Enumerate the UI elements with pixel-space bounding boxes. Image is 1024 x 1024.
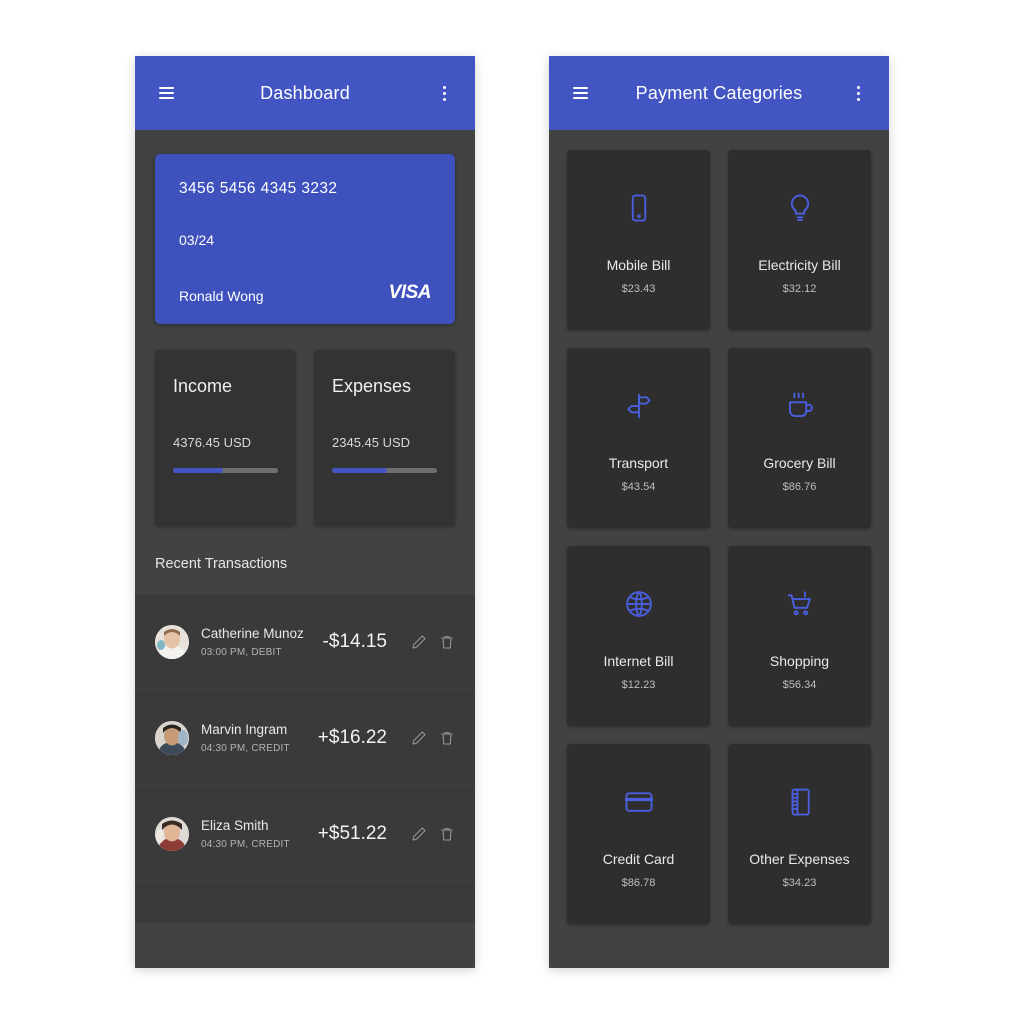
credit-card[interactable]: 3456 5456 4345 3232 03/24 Ronald Wong VI… — [155, 154, 455, 324]
income-value: 4376.45 USD — [173, 435, 252, 450]
notebook-icon — [785, 779, 815, 825]
card-expiry: 03/24 — [179, 232, 215, 248]
category-grid: Mobile Bill $23.43 Electricity Bill $32.… — [549, 130, 889, 942]
expenses-value: 2345.45 USD — [332, 435, 411, 450]
category-amount: $86.76 — [782, 481, 817, 493]
category-label: Credit Card — [602, 851, 675, 867]
category-label: Transport — [608, 455, 669, 471]
category-tile-credit-card[interactable]: Credit Card $86.78 — [567, 744, 710, 924]
table-row[interactable]: Marvin Ingram 04:30 PM, CREDIT +$16.22 — [135, 690, 475, 786]
category-tile-mobile-bill[interactable]: Mobile Bill $23.43 — [567, 150, 710, 330]
dashboard-screen: Dashboard 3456 5456 4345 3232 03/24 Rona… — [135, 56, 475, 968]
stats-row: Income 4376.45 USD Expenses 2345.45 USD — [135, 324, 475, 526]
credit-card-section: 3456 5456 4345 3232 03/24 Ronald Wong VI… — [135, 130, 475, 324]
category-label: Electricity Bill — [758, 257, 841, 273]
shopping-cart-icon — [785, 581, 815, 627]
pencil-icon[interactable] — [411, 633, 427, 651]
transaction-amount: +$51.22 — [317, 822, 387, 844]
table-row[interactable]: Eliza Smith 04:30 PM, CREDIT +$51.22 — [135, 786, 475, 882]
transaction-name: Catherine Munoz — [201, 625, 304, 641]
category-tile-other-expenses[interactable]: Other Expenses $34.23 — [728, 744, 871, 924]
category-label: Other Expenses — [749, 851, 850, 867]
pencil-icon[interactable] — [411, 729, 427, 747]
avatar — [155, 624, 189, 659]
visa-logo: VISA — [388, 282, 432, 303]
transaction-meta: 03:00 PM, DEBIT — [201, 646, 282, 658]
expenses-card[interactable]: Expenses 2345.45 USD — [314, 350, 455, 526]
avatar — [155, 720, 189, 755]
category-amount: $23.43 — [621, 283, 656, 295]
screenshot-canvas: Dashboard 3456 5456 4345 3232 03/24 Rona… — [0, 0, 1024, 1024]
expenses-title: Expenses — [332, 376, 412, 396]
hamburger-icon[interactable] — [151, 78, 181, 108]
recent-transactions-heading: Recent Transactions — [155, 556, 288, 572]
category-amount: $34.23 — [782, 877, 817, 889]
globe-icon — [624, 581, 654, 627]
category-tile-internet-bill[interactable]: Internet Bill $12.23 — [567, 546, 710, 726]
income-title: Income — [173, 376, 233, 396]
trash-icon[interactable] — [439, 633, 455, 651]
table-row[interactable] — [135, 882, 475, 922]
category-tile-grocery-bill[interactable]: Grocery Bill $86.76 — [728, 348, 871, 528]
transaction-meta: 04:30 PM, CREDIT — [201, 838, 290, 850]
category-amount: $86.78 — [621, 877, 656, 889]
table-row[interactable]: Catherine Munoz 03:00 PM, DEBIT -$14.15 — [135, 594, 475, 690]
kebab-menu-icon[interactable] — [843, 78, 873, 108]
credit-card-icon — [624, 779, 654, 825]
expenses-progress-bar — [332, 468, 437, 473]
transactions-list: Catherine Munoz 03:00 PM, DEBIT -$14.15 — [135, 594, 475, 922]
lightbulb-icon — [785, 185, 815, 231]
hamburger-icon[interactable] — [565, 78, 595, 108]
page-title: Payment Categories — [635, 82, 803, 103]
pencil-icon[interactable] — [411, 825, 427, 843]
categories-appbar: Payment Categories — [549, 56, 889, 130]
income-progress-bar — [173, 468, 278, 473]
category-label: Shopping — [769, 653, 830, 669]
transaction-amount: +$16.22 — [317, 726, 387, 748]
smartphone-icon — [624, 185, 654, 231]
category-amount: $43.54 — [621, 481, 656, 493]
trash-icon[interactable] — [439, 825, 455, 843]
coffee-mug-icon — [785, 383, 815, 429]
card-number: 3456 5456 4345 3232 — [179, 180, 338, 197]
payment-categories-screen: Payment Categories Mobile Bill $23.43 El… — [549, 56, 889, 968]
avatar — [155, 816, 189, 851]
trash-icon[interactable] — [439, 729, 455, 747]
category-tile-shopping[interactable]: Shopping $56.34 — [728, 546, 871, 726]
category-label: Grocery Bill — [763, 455, 836, 471]
card-holder-name: Ronald Wong — [179, 288, 264, 304]
category-amount: $32.12 — [782, 283, 817, 295]
category-tile-electricity-bill[interactable]: Electricity Bill $32.12 — [728, 150, 871, 330]
kebab-menu-icon[interactable] — [429, 78, 459, 108]
category-amount: $56.34 — [782, 679, 817, 691]
category-label: Internet Bill — [603, 653, 674, 669]
transaction-name: Eliza Smith — [201, 817, 269, 833]
category-label: Mobile Bill — [606, 257, 671, 273]
dashboard-content: 3456 5456 4345 3232 03/24 Ronald Wong VI… — [135, 130, 475, 968]
transaction-meta: 04:30 PM, CREDIT — [201, 742, 290, 754]
income-card[interactable]: Income 4376.45 USD — [155, 350, 296, 526]
categories-content: Mobile Bill $23.43 Electricity Bill $32.… — [549, 130, 889, 968]
category-amount: $12.23 — [621, 679, 656, 691]
signpost-icon — [624, 383, 654, 429]
transaction-amount: -$14.15 — [322, 630, 387, 652]
category-tile-transport[interactable]: Transport $43.54 — [567, 348, 710, 528]
page-title: Dashboard — [260, 82, 350, 103]
transaction-name: Marvin Ingram — [201, 721, 288, 737]
dashboard-appbar: Dashboard — [135, 56, 475, 130]
